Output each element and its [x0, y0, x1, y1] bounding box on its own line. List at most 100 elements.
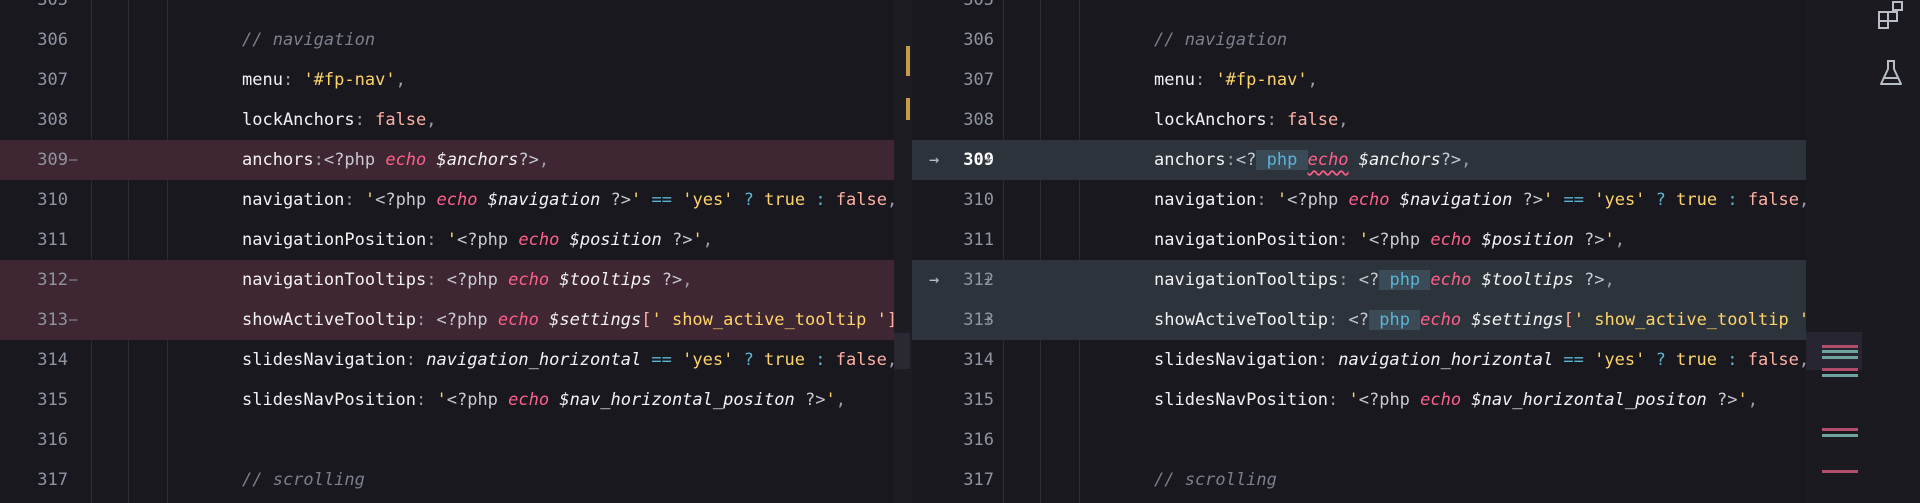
code-token: <?php [436, 310, 498, 330]
code-token: echo [1420, 310, 1462, 330]
code-line[interactable]: 317 // scrolling [0, 460, 912, 500]
left-scrollbar-thumb[interactable] [894, 333, 910, 369]
code-line[interactable]: 316 [912, 420, 1806, 460]
code-token: 'yes' [1594, 350, 1646, 370]
code-line[interactable]: 307 menu: '#fp-nav', [912, 60, 1806, 100]
code-line[interactable]: 315 slidesNavPosition: '<?php echo $nav_h… [912, 380, 1806, 420]
code-text[interactable]: menu: '#fp-nav', [1154, 60, 1318, 100]
deleted-line[interactable]: 312— navigationTooltips: <?php echo $tool… [0, 260, 912, 300]
code-token: : [1328, 310, 1349, 330]
code-line[interactable]: 307 menu: '#fp-nav', [0, 60, 912, 100]
code-text[interactable]: navigationTooltips: <?php echo $tooltips… [242, 260, 692, 300]
line-number: 315 [963, 390, 994, 410]
code-line[interactable]: 310 navigation: '<?php echo $navigation ?… [912, 180, 1806, 220]
code-line[interactable]: 310 navigation: '<?php echo $navigation ?… [0, 180, 912, 220]
deleted-line[interactable]: 309— anchors:<?php echo $anchors?>, [0, 140, 912, 180]
code-token: : [805, 350, 836, 370]
beaker-icon[interactable] [1876, 58, 1906, 88]
line-gutter: 317 [912, 460, 1022, 500]
minimap-change-line [1822, 374, 1858, 377]
code-text[interactable]: lockAnchors: false, [242, 100, 437, 140]
overview-ruler-mark [906, 98, 910, 120]
removed-marker: — [69, 152, 78, 168]
code-token: <? [1358, 270, 1380, 290]
code-token: navigationPosition [242, 230, 427, 250]
code-line[interactable]: 315 slidesNavPosition: '<?php echo $nav_h… [0, 380, 912, 420]
code-token: : [1717, 190, 1748, 210]
line-gutter: 305 [912, 0, 1022, 20]
code-text[interactable]: slidesNavigation: navigation_horizontal … [242, 340, 897, 380]
code-token: [ [641, 310, 652, 330]
code-text[interactable]: slidesNavPosition: '<?php echo $nav_hori… [1154, 380, 1758, 420]
code-token: <?php [1368, 230, 1431, 250]
line-number: 305 [963, 0, 994, 10]
code-text[interactable]: anchors:<?php echo $anchors?>, [242, 140, 549, 180]
minimap-change-line [1822, 368, 1858, 371]
code-line[interactable]: 317 // scrolling [912, 460, 1806, 500]
code-text[interactable]: lockAnchors: false, [1154, 100, 1349, 140]
line-number: 309 [37, 150, 68, 170]
code-token: ?> [1706, 390, 1738, 410]
code-line[interactable]: 305 [912, 0, 1806, 20]
line-number: 315 [37, 390, 68, 410]
line-gutter: 311 [0, 220, 110, 260]
minimap[interactable] [1806, 0, 1862, 503]
code-token: ?> [518, 150, 539, 170]
code-token: php [1266, 150, 1308, 170]
line-gutter: 308 [0, 100, 110, 140]
line-number: 306 [963, 30, 994, 50]
code-line[interactable]: 311 navigationPosition: '<?php echo $posi… [0, 220, 912, 260]
code-line[interactable]: 316 [0, 420, 912, 460]
line-gutter: 310 [0, 180, 110, 220]
code-token: ' [1737, 390, 1748, 410]
code-token: slidesNavPosition [242, 390, 416, 410]
added-line[interactable]: → 312 + navigationTooltips: <? php echo $to… [912, 260, 1806, 300]
code-line[interactable]: 305 [0, 0, 912, 20]
code-token: , [1338, 110, 1349, 130]
code-line[interactable]: 314 slidesNavigation: navigation_horizont… [0, 340, 912, 380]
code-token: // scrolling [242, 470, 365, 490]
deleted-line[interactable]: 313— showActiveTooltip: <?php echo $setti… [0, 300, 912, 340]
code-text[interactable]: slidesNavPosition: '<?php echo $nav_hori… [242, 380, 846, 420]
code-text[interactable]: navigationPosition: '<?php echo $positio… [1154, 220, 1625, 260]
code-token: $nav_horizontal_positon [1471, 390, 1707, 410]
minimap-change-line [1822, 356, 1858, 359]
code-text[interactable]: slidesNavigation: navigation_horizontal … [1154, 340, 1806, 380]
code-text[interactable]: // scrolling [1154, 460, 1277, 500]
extensions-icon[interactable] [1876, 0, 1906, 30]
code-token: : [1266, 110, 1288, 130]
code-line[interactable]: 314 slidesNavigation: navigation_horizont… [912, 340, 1806, 380]
code-token: , [1604, 270, 1615, 290]
code-text[interactable]: navigationTooltips: <? php echo $tooltip… [1154, 260, 1615, 300]
code-line[interactable]: 308 lockAnchors: false, [0, 100, 912, 140]
code-text[interactable]: anchors:<? php echo $anchors?>, [1154, 140, 1471, 180]
line-number: 308 [963, 110, 994, 130]
code-text[interactable]: navigation: '<?php echo $navigation ?>' … [1154, 180, 1806, 220]
code-line[interactable]: 311 navigationPosition: '<?php echo $posi… [912, 220, 1806, 260]
line-number: 305 [37, 0, 68, 10]
diff-original-pane[interactable]: 305 306// navigation 307 menu: '#fp-nav', 30… [0, 0, 912, 503]
code-line[interactable]: 306 // navigation [912, 20, 1806, 60]
code-token: echo [508, 390, 550, 410]
code-token: slidesNavigation [1154, 350, 1318, 370]
code-text[interactable]: showActiveTooltip: <? php echo $settings… [1154, 300, 1806, 340]
code-text[interactable]: // scrolling [242, 460, 365, 500]
code-token: : [1256, 190, 1277, 210]
code-token: false [835, 190, 887, 210]
code-text[interactable]: menu: '#fp-nav', [242, 60, 406, 100]
code-token: ' show_active_tooltip ' [651, 310, 887, 330]
code-text[interactable]: // navigation [242, 20, 375, 60]
minimap-change-line [1822, 470, 1858, 473]
code-text[interactable]: navigationPosition: '<?php echo $positio… [242, 220, 713, 260]
diff-modified-pane[interactable]: 305 306// navigation 307 menu: '#fp-nav', 30… [912, 0, 1806, 503]
code-text[interactable]: // navigation [1154, 20, 1287, 60]
added-line[interactable]: 313 + showActiveTooltip: <? php echo $sett… [912, 300, 1806, 340]
code-token: <?php [375, 190, 437, 210]
added-line[interactable]: → 309 + anchors:<? php echo $anchors?>, [912, 140, 1806, 180]
code-line[interactable]: 306 // navigation [0, 20, 912, 60]
code-text[interactable]: navigation: '<?php echo $navigation ?>' … [242, 180, 897, 220]
code-line[interactable]: 308 lockAnchors: false, [912, 100, 1806, 140]
code-text[interactable]: showActiveTooltip: <?php echo $settings[… [242, 300, 912, 340]
